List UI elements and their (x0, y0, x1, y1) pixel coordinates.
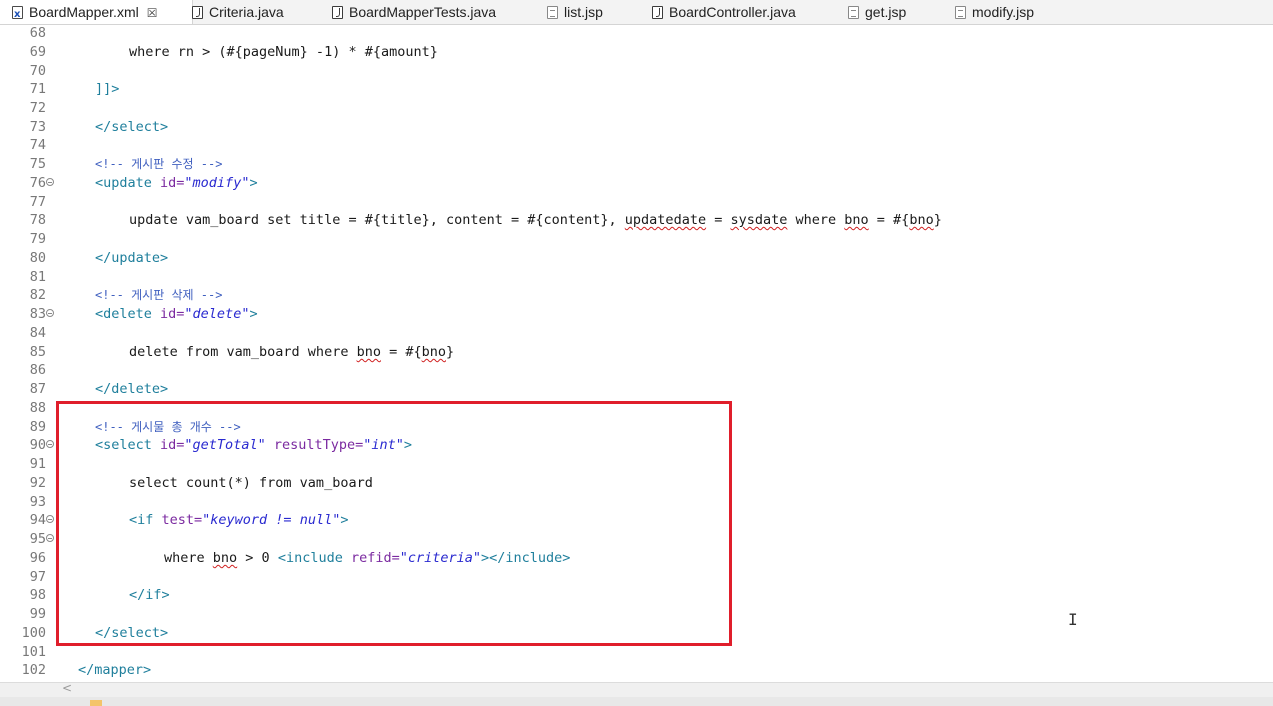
line-number: 87 (29, 381, 46, 397)
line-number: 98 (29, 587, 46, 603)
code-text: where rn > (#{pageNum} -1) * #{amount} (129, 44, 438, 60)
code-editor[interactable]: 68 69 where rn > (#{pageNum} -1) * #{amou… (0, 25, 1273, 682)
code-line: 69 where rn > (#{pageNum} -1) * #{amount} (0, 43, 1273, 62)
code-line: 80 </update> (0, 249, 1273, 268)
code-line: 81 (0, 268, 1273, 287)
jsp-file-icon (848, 6, 859, 19)
code-line: 75 <!-- 게시판 수정 --> (0, 155, 1273, 174)
line-number: 93 (29, 494, 46, 510)
java-file-icon (332, 6, 343, 19)
line-number: 68 (29, 25, 46, 41)
line-number: 79 (29, 231, 46, 247)
bottom-panel-bar (0, 697, 1273, 706)
line-number: 80 (29, 250, 46, 266)
editor-tab-bar: BoardMapper.xml☒ Criteria.java BoardMapp… (0, 0, 1273, 27)
java-file-icon (192, 6, 203, 19)
panel-icon[interactable] (90, 700, 102, 706)
line-number: 86 (29, 362, 46, 378)
code-text: </delete> (95, 381, 169, 397)
line-number: 100 (21, 625, 46, 641)
line-number: 99 (29, 606, 46, 622)
line-number: 82 (29, 287, 46, 303)
code-line: 85 delete from vam_board where bno = #{bn… (0, 343, 1273, 362)
code-line: 102 </mapper> (0, 661, 1273, 680)
code-text: </select> (95, 119, 169, 135)
line-number: 89 (29, 419, 46, 435)
fold-icon[interactable] (46, 178, 54, 186)
code-line: 82 <!-- 게시판 삭제 --> (0, 286, 1273, 305)
jsp-file-icon (955, 6, 966, 19)
tab-boardmappertests-java[interactable]: BoardMapperTests.java (332, 0, 496, 24)
line-number: 78 (29, 212, 46, 228)
line-number: 102 (21, 662, 46, 678)
line-number: 83 (29, 306, 46, 322)
code-line: 86 (0, 361, 1273, 380)
tab-boardcontroller-java[interactable]: BoardController.java (652, 0, 796, 24)
line-number: 73 (29, 119, 46, 135)
line-number: 69 (29, 44, 46, 60)
code-line: 73 </select> (0, 118, 1273, 137)
tab-boardmapper-xml[interactable]: BoardMapper.xml☒ (0, 0, 193, 27)
fold-icon[interactable] (46, 534, 54, 542)
line-number: 81 (29, 269, 46, 285)
code-comment: <!-- 게시판 삭제 --> (95, 288, 223, 302)
code-line: 83 <delete id="delete"> (0, 305, 1273, 324)
line-number: 71 (29, 81, 46, 97)
tab-get-jsp[interactable]: get.jsp (848, 0, 906, 24)
code-line: 68 (0, 24, 1273, 43)
line-number: 92 (29, 475, 46, 491)
code-line: 74 (0, 136, 1273, 155)
fold-icon[interactable] (46, 309, 54, 317)
code-line: 79 (0, 230, 1273, 249)
xml-file-icon (12, 3, 23, 27)
line-number: 76 (29, 175, 46, 191)
line-number: 72 (29, 100, 46, 116)
fold-icon[interactable] (46, 515, 54, 523)
line-number: 91 (29, 456, 46, 472)
tab-criteria-java[interactable]: Criteria.java (192, 0, 284, 24)
text-cursor-icon: I (1068, 610, 1078, 629)
line-number: 75 (29, 156, 46, 172)
line-number: 94 (29, 512, 46, 528)
jsp-file-icon (547, 6, 558, 19)
fold-icon[interactable] (46, 440, 54, 448)
code-text: ]]> (95, 81, 120, 97)
line-number: 70 (29, 63, 46, 79)
code-line: 78 update vam_board set title = #{title},… (0, 211, 1273, 230)
java-file-icon (652, 6, 663, 19)
line-number: 74 (29, 137, 46, 153)
line-number: 88 (29, 400, 46, 416)
horizontal-scrollbar[interactable]: < (0, 681, 1273, 698)
highlight-box (56, 401, 732, 646)
code-line: 71 ]]> (0, 80, 1273, 99)
code-text: </mapper> (78, 662, 152, 678)
line-number: 84 (29, 325, 46, 341)
code-comment: <!-- 게시판 수정 --> (95, 157, 223, 171)
line-number: 95 (29, 531, 46, 547)
line-number: 90 (29, 437, 46, 453)
tab-list-jsp[interactable]: list.jsp (547, 0, 603, 24)
code-line: 87 </delete> (0, 380, 1273, 399)
line-number: 97 (29, 569, 46, 585)
scroll-left-icon[interactable]: < (62, 681, 72, 695)
code-line: 70 (0, 62, 1273, 81)
line-number: 101 (21, 644, 46, 660)
tab-modify-jsp[interactable]: modify.jsp (955, 0, 1034, 24)
close-icon[interactable]: ☒ (147, 1, 158, 25)
code-line: 84 (0, 324, 1273, 343)
code-line: 76 <update id="modify"> (0, 174, 1273, 193)
line-number: 96 (29, 550, 46, 566)
code-line: 72 (0, 99, 1273, 118)
line-number: 85 (29, 344, 46, 360)
code-text: </update> (95, 250, 169, 266)
code-line: 77 (0, 193, 1273, 212)
line-number: 77 (29, 194, 46, 210)
